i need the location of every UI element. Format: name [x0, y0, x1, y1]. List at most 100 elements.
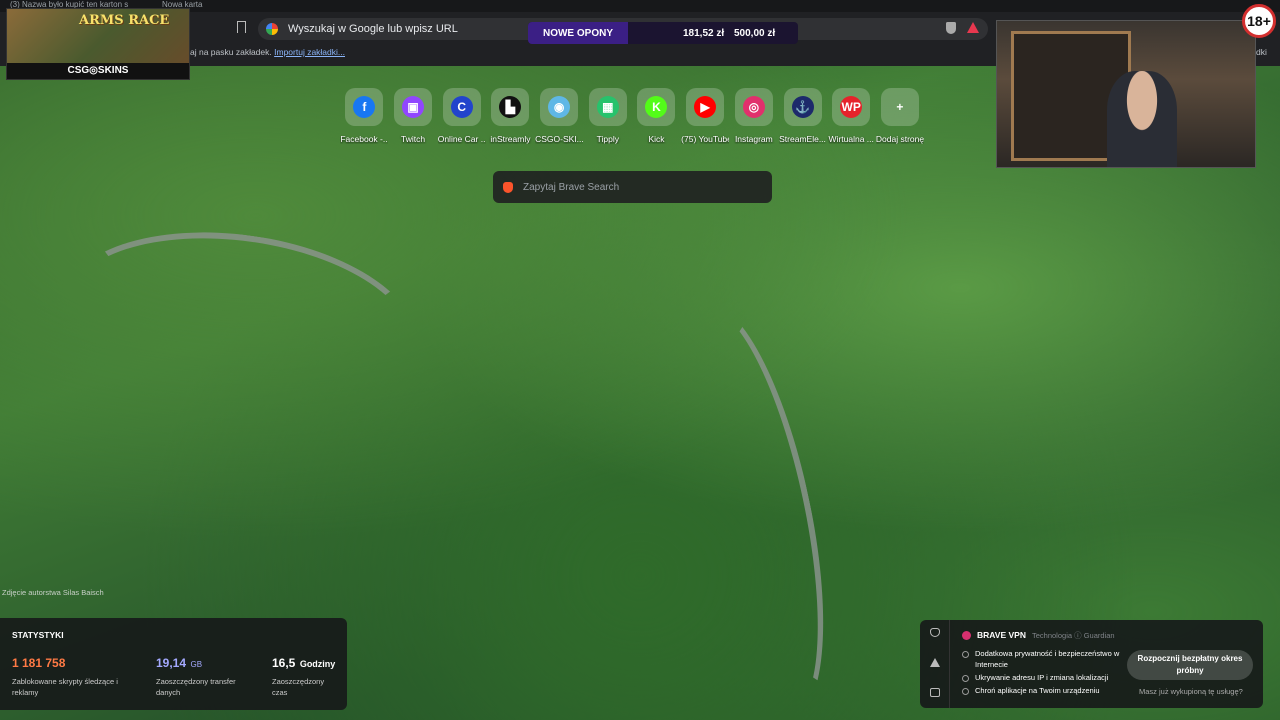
- shortcut-icon-wrap[interactable]: K: [637, 88, 676, 126]
- shortcut-icon-wrap[interactable]: ▙: [491, 88, 530, 126]
- shortcut-label: (75) YouTube: [681, 134, 730, 144]
- shortcut-icon-wrap[interactable]: ▣: [394, 88, 433, 126]
- promo-label: NOWE OPONY: [528, 22, 628, 44]
- stream-game-overlay: ARMS RACE CSG◎SKINS: [6, 8, 190, 80]
- wp-icon: WP: [840, 96, 863, 118]
- shortcut-tile[interactable]: + Dodaj stronę: [876, 88, 925, 144]
- shortcut-tile[interactable]: WP Wirtualna ...: [827, 88, 876, 144]
- bookmarks-right-text: dki: [1256, 47, 1267, 57]
- stat-desc: Zaoszczędzony czas: [272, 677, 325, 697]
- webcam-overlay: [996, 20, 1256, 168]
- shortcut-label: Dodaj stronę: [875, 134, 924, 144]
- bat-icon[interactable]: [930, 658, 940, 667]
- bookmarks-bar: aj na pasku zakładek. Importuj zakładki.…: [190, 47, 345, 57]
- shortcut-label: Online Car ...: [437, 134, 486, 144]
- shortcut-label: Facebook -...: [340, 134, 389, 144]
- shortcut-tile[interactable]: ▙ inStreamly: [486, 88, 535, 144]
- shortcut-icon-wrap[interactable]: f: [345, 88, 384, 126]
- vpn-title: BRAVE VPN: [977, 630, 1026, 640]
- shortcut-label: StreamEle...: [779, 134, 826, 144]
- promo-banner: NOWE OPONY 181,52 zł 500,00 zł: [528, 22, 798, 44]
- shortcut-icon-wrap[interactable]: ▦: [588, 88, 627, 126]
- stat-trackers: 1 181 758 Zablokowane skrypty śledzące i…: [12, 654, 122, 698]
- streamer-figure: [1107, 71, 1177, 167]
- stat-unit: GB: [190, 660, 203, 669]
- promo-price-1: 181,52 zł: [683, 27, 725, 39]
- shortcut-icon-wrap[interactable]: C: [442, 88, 481, 126]
- bookmarks-hint: aj na pasku zakładek.: [190, 47, 272, 57]
- online-car-icon: C: [450, 96, 473, 118]
- youtube-icon: ▶: [694, 96, 717, 118]
- stat-desc: Zablokowane skrypty śledzące i reklamy: [12, 677, 118, 697]
- facebook-icon: f: [353, 96, 376, 118]
- wallpaper-road: [647, 292, 853, 720]
- brave-shield-icon[interactable]: [946, 22, 956, 34]
- bookmark-icon[interactable]: [237, 21, 246, 33]
- tipply-icon: ▦: [596, 96, 619, 118]
- already-purchased-link[interactable]: Masz już wykupioną tę usługę?: [1139, 687, 1243, 696]
- shortcut-tile[interactable]: ▶ (75) YouTube: [681, 88, 730, 144]
- shortcut-tile[interactable]: ◎ Instagram: [730, 88, 779, 144]
- card-icon[interactable]: [930, 688, 940, 697]
- instreamly-icon: ▙: [499, 96, 522, 118]
- shortcut-tile[interactable]: ▣ Twitch: [389, 88, 438, 144]
- shortcut-icon-wrap[interactable]: ◉: [540, 88, 579, 126]
- shortcut-tile[interactable]: C Online Car ...: [437, 88, 486, 144]
- shortcut-label: Tipply: [596, 134, 619, 144]
- shortcut-icon-wrap[interactable]: ⚓: [783, 88, 822, 126]
- vpn-feature: Dodatkowa prywatność i bezpieczeństwo w …: [962, 648, 1122, 670]
- age-rating-badge: 18+: [1242, 4, 1276, 38]
- stat-unit: Godziny: [299, 659, 336, 669]
- vpn-logo-icon: [962, 630, 971, 640]
- add-icon: +: [896, 100, 904, 114]
- shortcut-label: Wirtualna ...: [828, 134, 874, 144]
- shortcut-label: Instagram: [734, 134, 773, 144]
- shortcut-label: CSGO-SKI...: [535, 134, 584, 144]
- brave-search-box[interactable]: Zapytaj Brave Search: [493, 171, 772, 203]
- shortcut-icon-wrap[interactable]: ◎: [734, 88, 773, 126]
- kick-icon: K: [645, 96, 668, 118]
- vpn-features: Dodatkowa prywatność i bezpieczeństwo w …: [962, 648, 1122, 698]
- twitch-icon: ▣: [402, 96, 425, 118]
- shortcut-tile[interactable]: ⚓ StreamEle...: [778, 88, 827, 144]
- top-sites: f Facebook -... ▣ Twitch C Online Car ... ▙ inS…: [340, 88, 924, 144]
- shortcut-icon-wrap[interactable]: +: [880, 88, 919, 126]
- promo-price-2: 500,00 zł: [734, 27, 776, 39]
- csgo-skins-icon: ◉: [548, 96, 571, 118]
- shortcut-tile[interactable]: ◉ CSGO-SKI...: [535, 88, 584, 144]
- brave-vpn-widget: BRAVE VPN Technologia ⓘ Guardian Dodatko…: [920, 620, 1263, 708]
- brave-lion-icon: [503, 181, 513, 193]
- shortcut-icon-wrap[interactable]: WP: [832, 88, 871, 126]
- photo-credit[interactable]: Zdjęcie autorstwa Silas Baisch: [2, 588, 104, 597]
- stats-widget: STATYSTYKI 1 181 758 Zablokowane skrypty…: [0, 618, 347, 710]
- shortcut-icon-wrap[interactable]: ▶: [686, 88, 725, 126]
- vpn-header: BRAVE VPN: [962, 630, 1026, 640]
- shortcut-tile[interactable]: f Facebook -...: [340, 88, 389, 144]
- import-bookmarks-link[interactable]: Importuj zakładki...: [274, 47, 345, 57]
- bat-rewards-icon[interactable]: [967, 22, 979, 33]
- streamelements-icon: ⚓: [791, 96, 814, 118]
- stat-time: 16,5 Godziny Zaoszczędzony czas: [272, 654, 335, 698]
- google-icon: [266, 23, 278, 35]
- start-trial-button[interactable]: Rozpocznij bezpłatny okres próbny: [1127, 650, 1253, 680]
- stat-value: 1 181 758: [12, 656, 66, 670]
- stat-desc: Zaoszczędzony transfer danych: [156, 677, 236, 697]
- instagram-icon: ◎: [742, 96, 765, 118]
- vpn-feature: Chroń aplikacje na Twoim urządzeniu: [962, 685, 1122, 696]
- address-placeholder: Wyszukaj w Google lub wpisz URL: [288, 23, 458, 35]
- shortcut-label: Twitch: [400, 134, 426, 144]
- tab-strip: (3) Nazwa było kupić ten karton s Nowa k…: [0, 0, 1280, 12]
- stat-value: 19,14: [156, 656, 187, 670]
- widget-sidebar: [920, 620, 950, 708]
- shortcut-tile[interactable]: K Kick: [632, 88, 681, 144]
- shortcut-label: inStreamly: [490, 134, 531, 144]
- shortcut-label: Kick: [648, 134, 665, 144]
- stats-title: STATYSTYKI: [12, 630, 64, 640]
- stat-bandwidth: 19,14 GB Zaoszczędzony transfer danych: [156, 654, 246, 698]
- vpn-feature: Ukrywanie adresu IP i zmiana lokalizacji: [962, 672, 1122, 683]
- search-placeholder: Zapytaj Brave Search: [523, 181, 620, 193]
- stat-value: 16,5: [272, 656, 296, 670]
- shortcut-tile[interactable]: ▦ Tipply: [583, 88, 632, 144]
- sponsor-brand: CSG◎SKINS: [7, 63, 189, 79]
- shield-icon[interactable]: [930, 628, 940, 637]
